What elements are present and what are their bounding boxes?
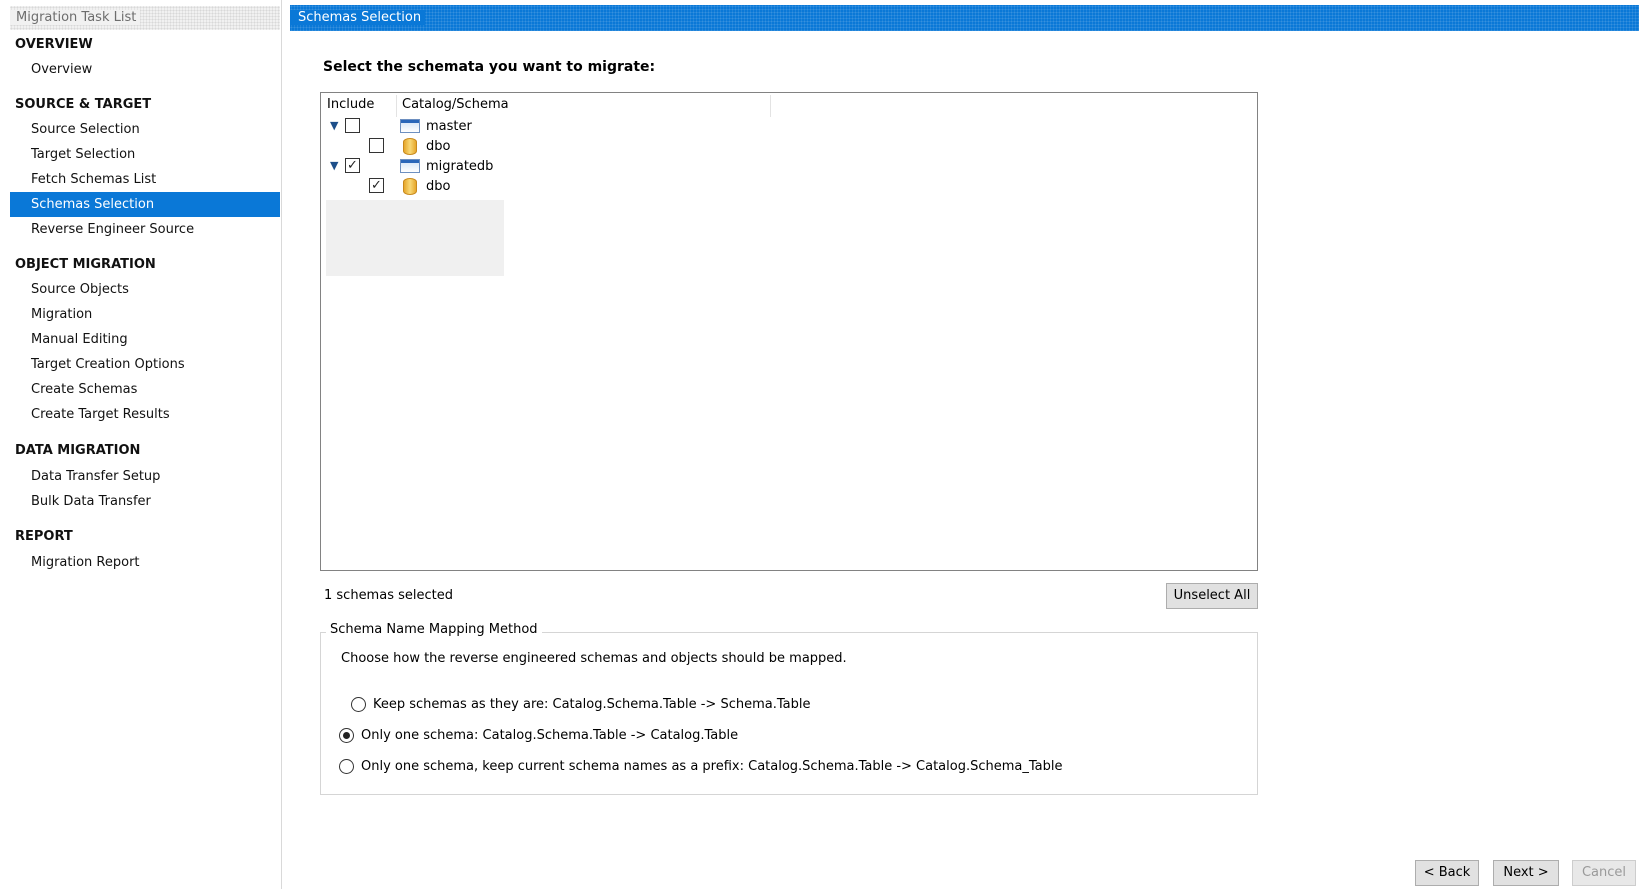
sidebar-item-overview[interactable]: Overview xyxy=(10,57,280,82)
cancel-button[interactable]: Cancel xyxy=(1572,860,1636,886)
sidebar-item-source-selection[interactable]: Source Selection xyxy=(10,117,280,142)
section-data-migration: DATA MIGRATION xyxy=(15,443,141,458)
radio-schema-prefix-label[interactable]: Only one schema, keep current schema nam… xyxy=(361,759,1063,774)
include-checkbox[interactable] xyxy=(345,118,360,133)
sidebar-item-target-selection[interactable]: Target Selection xyxy=(10,142,280,167)
sidebar-item-bulk-data-transfer[interactable]: Bulk Data Transfer xyxy=(10,489,280,514)
sidebar-item-source-objects[interactable]: Source Objects xyxy=(10,277,280,302)
radio-keep-schemas[interactable] xyxy=(351,697,366,712)
database-icon xyxy=(403,178,417,195)
sidebar-item-reverse-engineer-source[interactable]: Reverse Engineer Source xyxy=(10,217,280,242)
next-button[interactable]: Next > xyxy=(1493,860,1559,886)
radio-keep-schemas-label[interactable]: Keep schemas as they are: Catalog.Schema… xyxy=(373,697,810,712)
catalog-icon xyxy=(400,159,420,173)
expand-arrow-icon[interactable]: ▼ xyxy=(330,159,338,172)
sidebar-item-manual-editing[interactable]: Manual Editing xyxy=(10,327,280,352)
tree-row[interactable]: ▼ master xyxy=(321,117,821,137)
sidebar-item-schemas-selection[interactable]: Schemas Selection xyxy=(10,192,280,217)
radio-schema-prefix[interactable] xyxy=(339,759,354,774)
section-source-target: SOURCE & TARGET xyxy=(15,97,152,112)
sidebar-item-create-schemas[interactable]: Create Schemas xyxy=(10,377,280,402)
tree-item-label: master xyxy=(426,119,472,134)
sidebar-item-create-target-results[interactable]: Create Target Results xyxy=(10,402,280,427)
page-title-bar: Schemas Selection xyxy=(290,5,1639,31)
sidebar-header: Migration Task List xyxy=(10,6,280,30)
schema-tree[interactable]: Include Catalog/Schema ▼ master dbo ▼ ✓ … xyxy=(320,92,1258,571)
database-icon xyxy=(403,138,417,155)
tree-item-label: migratedb xyxy=(426,159,494,174)
tree-row[interactable]: ✓ dbo xyxy=(321,177,821,197)
column-separator xyxy=(396,95,397,117)
section-overview: OVERVIEW xyxy=(15,37,93,52)
radio-only-one-schema[interactable] xyxy=(339,728,354,743)
catalog-icon xyxy=(400,119,420,133)
back-button[interactable]: < Back xyxy=(1415,860,1479,886)
column-header-include[interactable]: Include xyxy=(327,97,374,112)
radio-only-one-schema-label[interactable]: Only one schema: Catalog.Schema.Table ->… xyxy=(361,728,738,743)
migration-task-sidebar: Migration Task List OVERVIEW Overview SO… xyxy=(0,0,282,889)
sidebar-item-fetch-schemas-list[interactable]: Fetch Schemas List xyxy=(10,167,280,192)
column-header-catalog-schema[interactable]: Catalog/Schema xyxy=(402,97,509,112)
sidebar-item-target-creation-options[interactable]: Target Creation Options xyxy=(10,352,280,377)
tree-row[interactable]: ▼ ✓ migratedb xyxy=(321,157,821,177)
unselect-all-button[interactable]: Unselect All xyxy=(1166,583,1258,609)
tree-item-label: dbo xyxy=(426,179,451,194)
include-checkbox[interactable] xyxy=(369,138,384,153)
column-separator xyxy=(770,95,771,117)
schemata-heading: Select the schemata you want to migrate: xyxy=(323,59,656,75)
mapping-method-description: Choose how the reverse engineered schema… xyxy=(341,651,847,666)
include-checkbox[interactable]: ✓ xyxy=(345,158,360,173)
tree-row[interactable]: dbo xyxy=(321,137,821,157)
schemas-selected-count: 1 schemas selected xyxy=(324,588,453,603)
section-report: REPORT xyxy=(15,529,73,544)
sidebar-item-migration-report[interactable]: Migration Report xyxy=(10,550,280,575)
section-object-migration: OBJECT MIGRATION xyxy=(15,257,156,272)
sidebar-item-migration[interactable]: Migration xyxy=(10,302,280,327)
tree-empty-area xyxy=(326,200,504,276)
tree-item-label: dbo xyxy=(426,139,451,154)
expand-arrow-icon[interactable]: ▼ xyxy=(330,119,338,132)
page-title: Schemas Selection xyxy=(290,10,426,25)
sidebar-header-label: Migration Task List xyxy=(10,10,141,25)
include-checkbox[interactable]: ✓ xyxy=(369,178,384,193)
mapping-method-legend: Schema Name Mapping Method xyxy=(326,622,542,637)
sidebar-item-data-transfer-setup[interactable]: Data Transfer Setup xyxy=(10,464,280,489)
